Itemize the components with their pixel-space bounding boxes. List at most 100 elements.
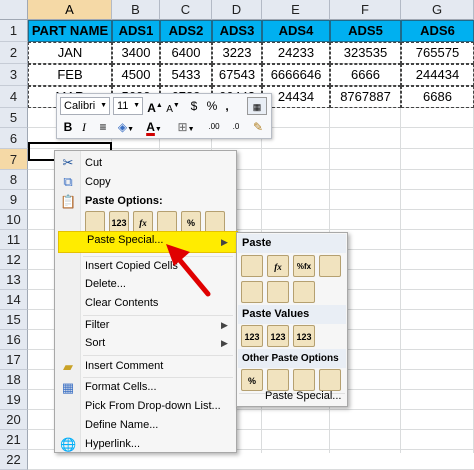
font-name-box[interactable]: Calibri ▼ — [60, 97, 110, 115]
data-cell[interactable]: 67543 — [212, 64, 262, 86]
paste-icon[interactable] — [241, 255, 263, 277]
data-cell[interactable]: 6400 — [160, 42, 212, 64]
data-cell[interactable]: 24233 — [262, 42, 330, 64]
paste-link-icon[interactable] — [205, 211, 225, 233]
menu-item-pick-from-list[interactable]: Pick From Drop-down List... — [85, 397, 221, 415]
paste-formatting-icon[interactable]: % — [241, 369, 263, 391]
paste-formulas-number-format-icon[interactable]: %fx — [293, 255, 315, 277]
row-header-5[interactable]: 5 — [0, 108, 28, 128]
paste-keep-column-widths-icon[interactable] — [267, 281, 289, 303]
row-header-6[interactable]: 6 — [0, 128, 28, 149]
paste-values-icon[interactable]: 123 — [241, 325, 263, 347]
menu-item-cut[interactable]: Cut — [85, 154, 102, 172]
data-cell[interactable]: 6666646 — [262, 64, 330, 86]
row-header-22[interactable]: 22 — [0, 450, 28, 470]
paste-icon[interactable] — [85, 211, 105, 233]
comma-button[interactable]: , — [221, 97, 233, 115]
data-cell[interactable]: 244434 — [401, 64, 474, 86]
column-header-a[interactable]: A — [28, 0, 112, 20]
bold-button[interactable]: B — [60, 118, 76, 136]
data-cell[interactable]: 8767887 — [330, 86, 401, 108]
data-cell[interactable]: 5433 — [160, 64, 212, 86]
row-header-10[interactable]: 10 — [0, 210, 28, 230]
row-header-16[interactable]: 16 — [0, 330, 28, 350]
borders-icon[interactable]: ⊞▼ — [175, 118, 197, 136]
increase-decimal-button[interactable]: .00 — [203, 118, 225, 136]
row-header-9[interactable]: 9 — [0, 190, 28, 210]
paste-values-number-format-icon[interactable]: 123 — [267, 325, 289, 347]
format-painter-icon[interactable]: ✎ — [249, 118, 267, 136]
menu-item-copy[interactable]: Copy — [85, 173, 111, 191]
paste-formulas-icon[interactable]: fx — [133, 211, 153, 233]
data-cell[interactable]: 4500 — [112, 64, 160, 86]
data-cell[interactable]: JAN — [28, 42, 112, 64]
header-cell[interactable]: ADS4 — [262, 20, 330, 42]
data-cell[interactable]: 6666 — [330, 64, 401, 86]
data-cell[interactable]: 24434 — [262, 86, 330, 108]
decrease-decimal-button[interactable]: .0 — [225, 118, 247, 136]
header-cell[interactable]: ADS6 — [401, 20, 474, 42]
paste-keep-source-format-icon[interactable] — [319, 255, 341, 277]
row-header-1[interactable]: 1 — [0, 20, 28, 42]
header-cell[interactable]: ADS5 — [330, 20, 401, 42]
row-header-15[interactable]: 15 — [0, 310, 28, 330]
column-header-d[interactable]: D — [212, 0, 262, 20]
shrink-font-button[interactable]: A▼ — [165, 97, 181, 115]
row-header-13[interactable]: 13 — [0, 270, 28, 290]
header-cell[interactable]: ADS3 — [212, 20, 262, 42]
row-header-17[interactable]: 17 — [0, 350, 28, 370]
row-header-4[interactable]: 4 — [0, 86, 28, 108]
font-color-icon[interactable]: A▼ — [143, 118, 165, 136]
data-cell[interactable]: 6686 — [401, 86, 474, 108]
column-header-g[interactable]: G — [401, 0, 474, 20]
row-header-11[interactable]: 11 — [0, 230, 28, 250]
row-header-3[interactable]: 3 — [0, 64, 28, 86]
data-cell[interactable]: 3400 — [112, 42, 160, 64]
percent-button[interactable]: % — [205, 97, 219, 115]
row-header-14[interactable]: 14 — [0, 290, 28, 310]
row-header-8[interactable]: 8 — [0, 170, 28, 190]
paste-transpose-icon[interactable] — [157, 211, 177, 233]
row-header-12[interactable]: 12 — [0, 250, 28, 270]
menu-item-hyperlink[interactable]: Hyperlink... — [85, 435, 140, 453]
column-header-e[interactable]: E — [262, 0, 330, 20]
row-header-21[interactable]: 21 — [0, 430, 28, 450]
grow-font-button[interactable]: A▲ — [147, 97, 163, 115]
row-header-2[interactable]: 2 — [0, 42, 28, 64]
font-size-box[interactable]: 11 ▼ — [113, 97, 143, 115]
column-header-f[interactable]: F — [330, 0, 401, 20]
currency-button[interactable]: $ — [187, 97, 201, 115]
row-header-19[interactable]: 19 — [0, 390, 28, 410]
row-header-18[interactable]: 18 — [0, 370, 28, 390]
menu-item-sort[interactable]: Sort — [85, 334, 105, 352]
column-header-c[interactable]: C — [160, 0, 212, 20]
align-center-icon[interactable]: ≡ — [95, 118, 111, 136]
paste-no-borders-icon[interactable] — [241, 281, 263, 303]
menu-item-define-name[interactable]: Define Name... — [85, 416, 158, 434]
header-cell[interactable]: ADS1 — [112, 20, 160, 42]
menu-item-clear-contents[interactable]: Clear Contents — [85, 294, 158, 312]
paste-values-source-format-icon[interactable]: 123 — [293, 325, 315, 347]
paste-transpose-icon[interactable] — [293, 281, 315, 303]
data-cell[interactable]: 323535 — [330, 42, 401, 64]
menu-item-insert-comment[interactable]: Insert Comment — [85, 357, 163, 375]
paste-formulas-icon[interactable]: fx — [267, 255, 289, 277]
row-header-20[interactable]: 20 — [0, 410, 28, 430]
select-all-corner[interactable] — [0, 0, 28, 20]
column-header-b[interactable]: B — [112, 0, 160, 20]
row-header-7[interactable]: 7 — [0, 149, 28, 170]
submenu-item-paste-special[interactable]: Paste Special... — [265, 387, 341, 405]
header-cell[interactable]: ADS2 — [160, 20, 212, 42]
paste-formatting-icon[interactable]: % — [181, 211, 201, 233]
menu-item-delete[interactable]: Delete... — [85, 275, 126, 293]
data-cell[interactable]: FEB — [28, 64, 112, 86]
header-cell[interactable]: PART NAME — [28, 20, 112, 42]
paste-values-icon[interactable]: 123 — [109, 211, 129, 233]
data-cell[interactable]: 765575 — [401, 42, 474, 64]
italic-button[interactable]: I — [77, 118, 91, 136]
menu-item-format-cells[interactable]: Format Cells... — [85, 378, 157, 396]
data-cell[interactable]: 3223 — [212, 42, 262, 64]
format-table-icon[interactable]: ▦ — [247, 97, 267, 115]
menu-item-filter[interactable]: Filter — [85, 316, 109, 334]
fill-color-icon[interactable]: ◈▼ — [115, 118, 137, 136]
